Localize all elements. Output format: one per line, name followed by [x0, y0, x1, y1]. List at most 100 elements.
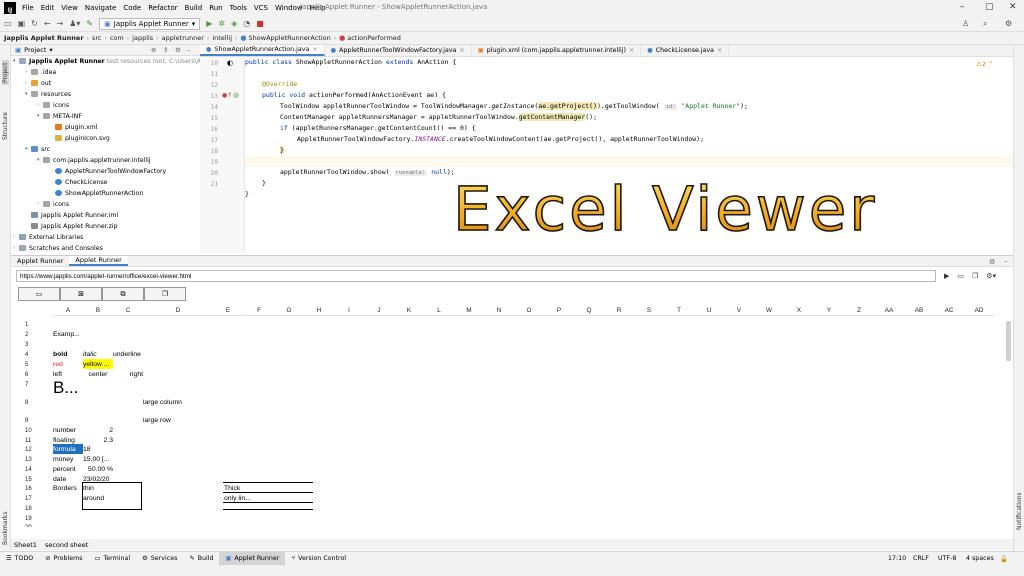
- column-header[interactable]: V: [724, 305, 754, 316]
- breadcrumb-method[interactable]: actionPerformed: [347, 34, 401, 42]
- menu-window[interactable]: Window: [275, 4, 303, 12]
- search-icon[interactable]: ⌕: [983, 19, 987, 29]
- column-header[interactable]: U: [694, 305, 724, 316]
- version-control-tool-button[interactable]: ⑂ Version Control: [285, 552, 352, 566]
- gear-icon[interactable]: ⚙: [989, 258, 995, 266]
- settings-icon[interactable]: ⚙: [1005, 19, 1012, 28]
- project-tool-button[interactable]: Project: [2, 60, 9, 85]
- tree-item[interactable]: ▾ META-INF: [37, 111, 82, 122]
- tree-item[interactable]: ▾ resources: [25, 89, 71, 100]
- problems-tool-button[interactable]: ⊘ Problems: [39, 552, 88, 566]
- close-tab-icon[interactable]: ×: [312, 46, 317, 53]
- caret-position[interactable]: 17:10: [888, 555, 906, 562]
- folder-open-icon[interactable]: ▭: [18, 287, 60, 301]
- tab-show-applet-runner-action[interactable]: ● ShowAppletRunnerAction.java ×: [200, 45, 325, 56]
- menu-run[interactable]: Run: [209, 4, 222, 12]
- column-header[interactable]: R: [604, 305, 634, 316]
- tree-item[interactable]: AppletRunnerToolWindowFactory: [55, 166, 166, 177]
- row-header[interactable]: 13: [25, 457, 49, 463]
- annotation-icon[interactable]: @: [233, 92, 239, 99]
- menu-tools[interactable]: Tools: [230, 4, 247, 12]
- warning-indicator[interactable]: ⚠2 ⌃: [976, 60, 993, 68]
- tab-check-license[interactable]: ● CheckLicense.java ×: [641, 45, 730, 56]
- row-header[interactable]: 16: [25, 486, 49, 492]
- row-header[interactable]: 15: [25, 477, 49, 483]
- cell[interactable]: bold: [53, 349, 83, 359]
- close-icon[interactable]: ✕: [1009, 2, 1017, 12]
- copy-icon[interactable]: ❐: [972, 272, 978, 280]
- locate-icon[interactable]: ⊕: [151, 46, 156, 54]
- debug-icon[interactable]: ✲: [218, 19, 225, 28]
- breadcrumb-project[interactable]: Japplis Applet Runner: [4, 34, 84, 42]
- breadcrumb-com[interactable]: com: [110, 34, 124, 42]
- column-header[interactable]: J: [364, 305, 394, 316]
- row-header[interactable]: 4: [25, 352, 49, 358]
- menu-refactor[interactable]: Refactor: [148, 4, 177, 12]
- cell[interactable]: 50.00 %: [83, 464, 113, 474]
- tree-item[interactable]: pluginIcon.svg: [55, 133, 110, 144]
- cell[interactable]: large row: [143, 415, 203, 425]
- url-input[interactable]: https://www.japplis.com/applet-runner/of…: [16, 270, 936, 282]
- terminal-tool-button[interactable]: ▭ Terminal: [89, 552, 137, 566]
- tree-item[interactable]: plugin.xml: [55, 122, 98, 133]
- column-header[interactable]: AB: [904, 305, 934, 316]
- tree-item[interactable]: CheckLicense: [55, 177, 107, 188]
- breadcrumb-class[interactable]: ShowAppletRunnerAction: [249, 34, 331, 42]
- menu-view[interactable]: View: [61, 4, 78, 12]
- gear-icon[interactable]: ⚙: [175, 46, 181, 54]
- cell[interactable]: red: [53, 359, 83, 369]
- bookmarks-tool-button[interactable]: Bookmarks: [2, 511, 9, 545]
- hide-icon[interactable]: –: [187, 46, 190, 54]
- column-header[interactable]: Q: [574, 305, 604, 316]
- cell[interactable]: yellow ...: [83, 359, 113, 369]
- chevron-down-icon[interactable]: ▾: [49, 46, 52, 54]
- breadcrumb-intellij[interactable]: intellij: [212, 34, 232, 42]
- tree-item[interactable]: › Scratches and Consoles: [13, 243, 103, 254]
- profile-icon[interactable]: ◔: [243, 19, 250, 28]
- row-header[interactable]: 11: [25, 438, 49, 444]
- tree-item[interactable]: › icons: [37, 100, 69, 111]
- tree-item[interactable]: ShowAppletRunnerAction: [55, 188, 143, 199]
- column-header[interactable]: E: [213, 305, 243, 316]
- add-config-icon[interactable]: ♟▾: [69, 19, 80, 28]
- column-header[interactable]: P: [544, 305, 574, 316]
- tab-applet-runner-2[interactable]: Applet Runner: [69, 256, 128, 266]
- row-header[interactable]: 3: [25, 342, 49, 348]
- tree-item[interactable]: › .idea: [25, 67, 56, 78]
- open-folder-icon[interactable]: ▭: [4, 19, 12, 28]
- row-header[interactable]: 12: [25, 447, 49, 453]
- row-header[interactable]: 20: [25, 525, 49, 527]
- tab-plugin-xml[interactable]: ▣ plugin.xml (com.japplis.appletrunner.i…: [472, 45, 642, 56]
- row-header[interactable]: 9: [25, 418, 49, 424]
- services-tool-button[interactable]: ⚙ Services: [136, 552, 183, 566]
- open-folder-icon[interactable]: ▭: [957, 272, 964, 280]
- breadcrumb-appletrunner[interactable]: appletrunner: [162, 34, 204, 42]
- forward-icon[interactable]: →: [57, 19, 64, 28]
- save-icon[interactable]: ▣: [18, 19, 26, 28]
- run-icon[interactable]: ▶: [944, 272, 949, 280]
- class-hierarchy-icon[interactable]: ◐: [227, 59, 233, 67]
- row-header[interactable]: 2: [25, 332, 49, 338]
- cell[interactable]: number: [53, 425, 83, 435]
- row-header[interactable]: 7: [25, 382, 49, 388]
- notifications-tool-button[interactable]: Notifications: [1016, 492, 1023, 530]
- structure-tool-button[interactable]: Structure: [2, 112, 9, 140]
- cell[interactable]: money: [53, 454, 83, 464]
- column-header[interactable]: D: [143, 305, 213, 316]
- back-icon[interactable]: ←: [44, 19, 51, 28]
- cell[interactable]: left: [53, 369, 83, 379]
- extension-icon[interactable]: ⚙▾: [986, 272, 996, 280]
- tree-item[interactable]: Japplis Applet Runner.iml: [31, 210, 118, 221]
- cell[interactable]: right: [113, 369, 143, 379]
- column-header[interactable]: AA: [874, 305, 904, 316]
- collapse-icon[interactable]: ⇕: [163, 46, 168, 54]
- column-header[interactable]: N: [484, 305, 514, 316]
- cell[interactable]: italic: [83, 349, 113, 359]
- build-tool-button[interactable]: ✎ Build: [183, 552, 219, 566]
- column-header[interactable]: Z: [844, 305, 874, 316]
- run-config-select[interactable]: ▣ Japplis Applet Runner ▾: [99, 17, 201, 30]
- column-header[interactable]: M: [454, 305, 484, 316]
- row-header[interactable]: 14: [25, 467, 49, 473]
- column-header[interactable]: F: [244, 305, 274, 316]
- menu-code[interactable]: Code: [123, 4, 141, 12]
